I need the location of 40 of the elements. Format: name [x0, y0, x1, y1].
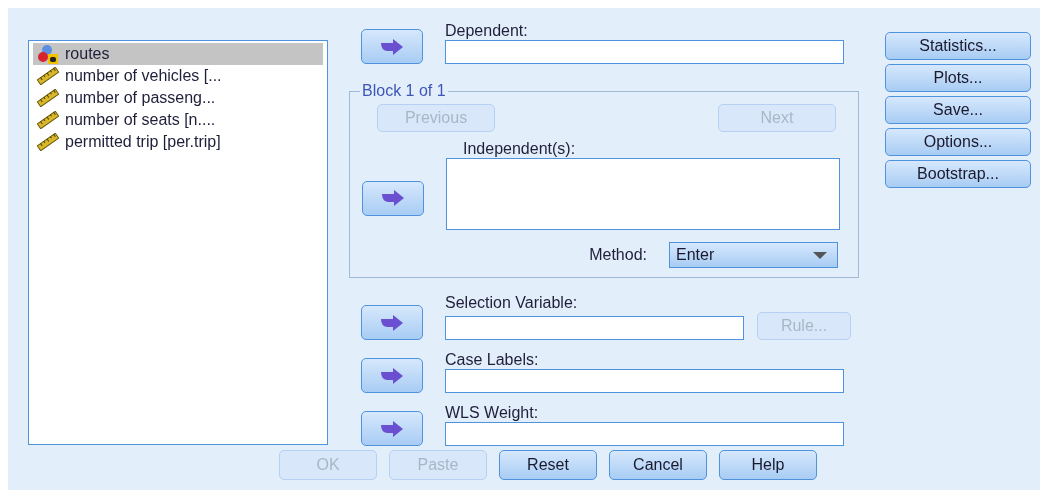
input-field[interactable] — [445, 40, 844, 64]
field-label: Dependent: — [445, 22, 529, 40]
input-field[interactable] — [445, 316, 744, 340]
group-title: Block 1 of 1 — [361, 82, 447, 100]
move-button[interactable] — [361, 305, 423, 340]
input-field[interactable] — [445, 369, 844, 393]
dialog-button[interactable]: Cancel — [609, 450, 707, 480]
variable-item[interactable]: routes — [33, 43, 323, 65]
arrow-icon — [380, 189, 406, 207]
move-button[interactable] — [361, 29, 423, 64]
arrow-icon — [379, 37, 405, 56]
variable-list[interactable]: routes number of vehicles [... number of passeng... number of seats [n.... permitted trip [per.trip] — [28, 40, 328, 445]
ruler-icon — [37, 67, 59, 85]
nominal-variable-icon — [37, 44, 59, 64]
arrow-icon — [379, 366, 405, 385]
dialog-button[interactable]: Options... — [885, 128, 1031, 156]
move-button[interactable] — [361, 411, 423, 446]
variable-item[interactable]: number of vehicles [... — [33, 65, 323, 87]
move-button[interactable] — [361, 358, 423, 393]
field-label: Selection Variable: — [445, 294, 579, 312]
field-label: Method: — [589, 246, 647, 264]
variables-box[interactable] — [446, 158, 840, 230]
dropdown-caret-icon — [813, 251, 827, 259]
variable-item[interactable]: number of seats [n.... — [33, 109, 323, 131]
field-label: Independent(s): — [462, 140, 577, 158]
variable-item[interactable]: permitted trip [per.trip] — [33, 131, 323, 153]
method-dropdown[interactable]: Enter — [669, 242, 838, 268]
arrow-icon — [379, 419, 405, 438]
dialog-button[interactable]: Save... — [885, 96, 1031, 124]
dialog-button[interactable]: Reset — [499, 450, 597, 480]
dialog-button[interactable]: Plots... — [885, 64, 1031, 92]
input-field[interactable] — [445, 422, 844, 446]
field-label: WLS Weight: — [445, 404, 540, 422]
arrow-icon — [379, 313, 405, 332]
field-label: Case Labels: — [445, 351, 540, 369]
dialog-button[interactable]: Bootstrap... — [885, 160, 1031, 188]
dialog-button[interactable]: Help — [719, 450, 817, 480]
move-button[interactable] — [362, 180, 424, 216]
dialog-button[interactable]: Statistics... — [885, 32, 1031, 60]
variable-item[interactable]: number of passeng... — [33, 87, 323, 109]
